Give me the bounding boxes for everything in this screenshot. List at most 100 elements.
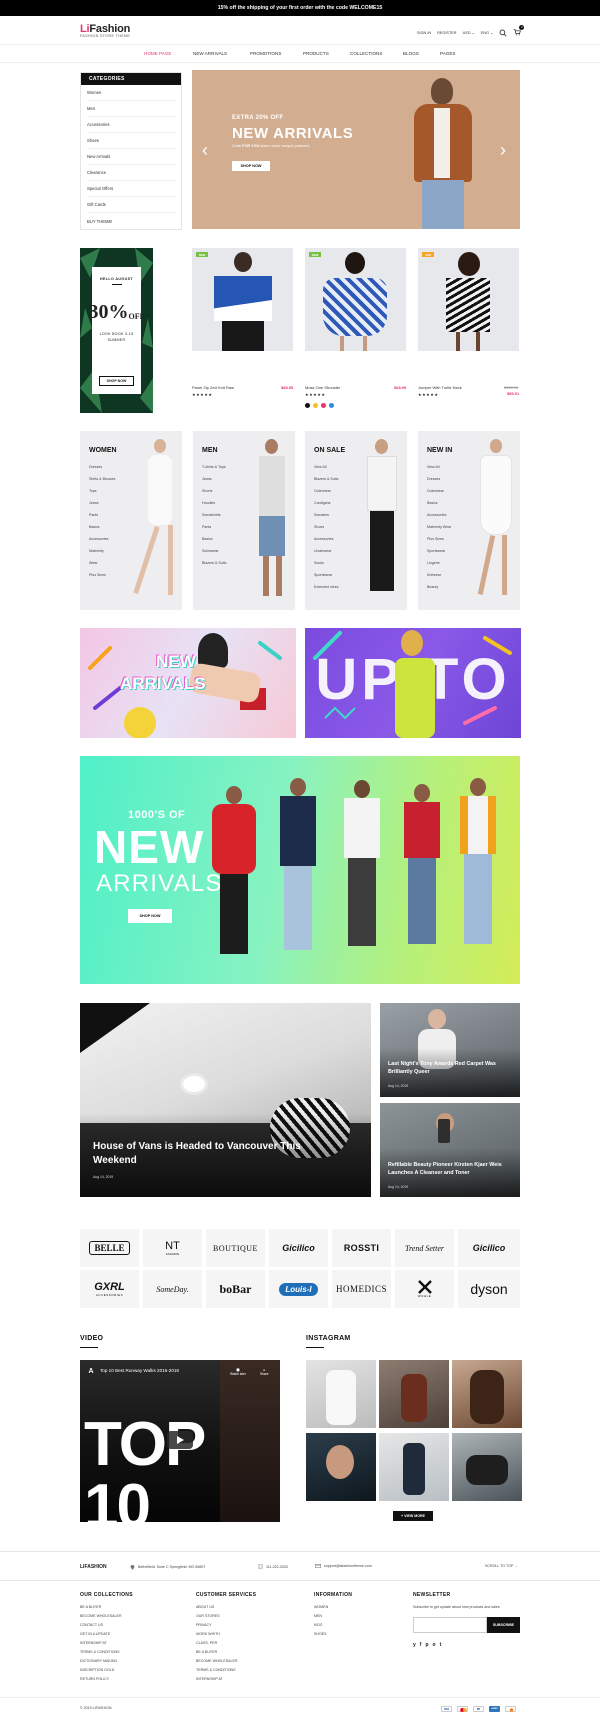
- category-item[interactable]: Men: [87, 101, 175, 117]
- instagram-photo[interactable]: [306, 1360, 376, 1428]
- category-link[interactable]: Jeans: [202, 477, 212, 481]
- category-link[interactable]: Accessories: [427, 513, 446, 517]
- footer-link[interactable]: BE A BUYER: [80, 1605, 101, 1609]
- footer-link[interactable]: CLASS, PER: [196, 1641, 217, 1645]
- brand-logo[interactable]: BELLE: [80, 1229, 139, 1267]
- category-link[interactable]: Wear: [89, 561, 98, 565]
- category-link[interactable]: Underwear: [314, 549, 332, 553]
- brand-logo[interactable]: ROSSTI: [332, 1229, 391, 1267]
- category-link[interactable]: Accessories: [89, 537, 108, 541]
- footer-link[interactable]: DICTIONARY MAKING: [80, 1659, 117, 1663]
- nav-promotions[interactable]: PROMOTIONS: [250, 51, 281, 56]
- footer-link[interactable]: INTERNSHIP AT: [196, 1677, 223, 1681]
- category-item[interactable]: BUY THEME!: [87, 213, 175, 229]
- currency-select[interactable]: USD ⌄: [463, 30, 475, 35]
- category-link[interactable]: T-shirts & Tops: [202, 465, 226, 469]
- view-more-button[interactable]: + VIEW MORE: [393, 1511, 433, 1521]
- category-item[interactable]: Accessories: [87, 117, 175, 133]
- category-link[interactable]: Outerwear: [427, 489, 444, 493]
- new-arrivals-banner[interactable]: NEW ARRIVALS: [80, 628, 296, 738]
- footer-link[interactable]: RETURN POLICY: [80, 1677, 109, 1681]
- swatch[interactable]: [321, 403, 326, 408]
- category-block-title[interactable]: WOMEN: [89, 447, 117, 454]
- instagram-photo[interactable]: [379, 1433, 449, 1501]
- brand-logo[interactable]: HOMEDICS: [332, 1270, 391, 1308]
- category-item[interactable]: New Arrivals: [87, 149, 175, 165]
- brand-logo[interactable]: Gicilico: [458, 1229, 520, 1267]
- category-link[interactable]: Outerwear: [314, 489, 331, 493]
- category-link[interactable]: Shoes: [314, 525, 324, 529]
- footer-link[interactable]: MEN: [314, 1614, 322, 1618]
- category-link[interactable]: Swimwear: [202, 549, 219, 553]
- category-item[interactable]: Gift Cards: [87, 197, 175, 213]
- brand-logo[interactable]: BOUTIQUE: [206, 1229, 265, 1267]
- category-link[interactable]: Dresses: [89, 465, 102, 469]
- category-link[interactable]: Beauty: [427, 585, 438, 589]
- blog-post[interactable]: Last Night's Tony Awards Red Carpet Was …: [380, 1003, 520, 1097]
- share-button[interactable]: ➦ Share: [260, 1368, 269, 1376]
- play-button[interactable]: [167, 1431, 193, 1449]
- footer-link[interactable]: TERMS & CONDITIONS: [196, 1668, 236, 1672]
- product-name[interactable]: Panel Zip Zed Knit Raw: [192, 385, 234, 390]
- promo-shop-now-button[interactable]: SHOP NOW: [99, 375, 134, 386]
- twitter-icon[interactable]: y: [413, 1642, 416, 1648]
- sign-in-link[interactable]: SIGN IN: [417, 31, 431, 35]
- instagram-photo[interactable]: [452, 1433, 522, 1501]
- category-link[interactable]: Pants: [202, 525, 211, 529]
- footer-link[interactable]: BE A BUYER: [196, 1650, 217, 1654]
- category-link[interactable]: Cardigans: [314, 501, 330, 505]
- category-link[interactable]: Sweatshirts: [202, 513, 221, 517]
- footer-link[interactable]: TERMS & CONDITIONS: [80, 1650, 120, 1654]
- footer-link[interactable]: GET IN A UPDATE: [80, 1632, 110, 1636]
- brand-logo[interactable]: Louis-I: [269, 1270, 328, 1308]
- instagram-photo[interactable]: [452, 1360, 522, 1428]
- category-block-title[interactable]: NEW IN: [427, 447, 452, 454]
- product-image[interactable]: NEW: [192, 248, 293, 351]
- category-item[interactable]: Clearance: [87, 165, 175, 181]
- footer-link[interactable]: PRIVACY: [196, 1623, 212, 1627]
- swatch[interactable]: [305, 403, 310, 408]
- category-link[interactable]: Dresses: [427, 477, 440, 481]
- nav-products[interactable]: PRODUCTS: [303, 51, 329, 56]
- brand-logo[interactable]: Trend Setter: [395, 1229, 454, 1267]
- hero-prev-arrow[interactable]: ‹: [202, 140, 208, 161]
- footer-phone[interactable]: 111-222-3333: [258, 1564, 288, 1569]
- category-link[interactable]: Plus Sizes: [89, 573, 106, 577]
- cart-button[interactable]: 0: [513, 25, 525, 37]
- brand-logo[interactable]: GXRL ACCESSORIES: [80, 1270, 139, 1308]
- category-link[interactable]: Hoodies: [202, 501, 215, 505]
- big-shop-now-button[interactable]: SHOP NOW: [128, 909, 172, 923]
- instagram-icon[interactable]: o: [433, 1642, 436, 1648]
- footer-link[interactable]: CONTACT US: [80, 1623, 103, 1627]
- category-link[interactable]: Basics: [202, 537, 213, 541]
- category-link[interactable]: Knitwear: [427, 573, 441, 577]
- category-link[interactable]: Sweaters: [314, 513, 329, 517]
- category-link[interactable]: Blazers & Suits: [202, 561, 226, 565]
- category-link[interactable]: Blazers & Suits: [314, 477, 338, 481]
- hero-shop-now-button[interactable]: SHOP NOW: [232, 161, 270, 171]
- category-link[interactable]: Shorts: [202, 489, 212, 493]
- instagram-photo[interactable]: [306, 1433, 376, 1501]
- footer-link[interactable]: INSCRIPTION GOLD: [80, 1668, 114, 1672]
- category-link[interactable]: Maternity: [89, 549, 104, 553]
- swatch[interactable]: [313, 403, 318, 408]
- category-link[interactable]: Extended sizes: [314, 585, 338, 589]
- facebook-icon[interactable]: f: [420, 1642, 422, 1648]
- product-name[interactable]: Moss One Shoulder: [305, 385, 340, 390]
- register-link[interactable]: REGISTER: [437, 31, 456, 35]
- category-link[interactable]: Lingerie: [427, 561, 440, 565]
- category-link[interactable]: Accessories: [314, 537, 333, 541]
- footer-link[interactable]: OUR STORES: [196, 1614, 220, 1618]
- language-select[interactable]: ENG ⌄: [481, 30, 493, 35]
- category-block-title[interactable]: ON SALE: [314, 447, 345, 454]
- tumblr-icon[interactable]: t: [440, 1642, 442, 1648]
- product-image[interactable]: NEW: [305, 248, 406, 351]
- footer-email[interactable]: support@lafashiontheme.com: [315, 1564, 372, 1568]
- category-link[interactable]: Pants: [89, 513, 98, 517]
- instagram-photo[interactable]: [379, 1360, 449, 1428]
- blog-post[interactable]: Refillable Beauty Pioneer Kirsten Kjaer …: [380, 1103, 520, 1197]
- category-link[interactable]: View All: [314, 465, 327, 469]
- footer-link[interactable]: ABOUT US: [196, 1605, 214, 1609]
- footer-link[interactable]: KIDS: [314, 1623, 322, 1627]
- category-item[interactable]: Shoes: [87, 133, 175, 149]
